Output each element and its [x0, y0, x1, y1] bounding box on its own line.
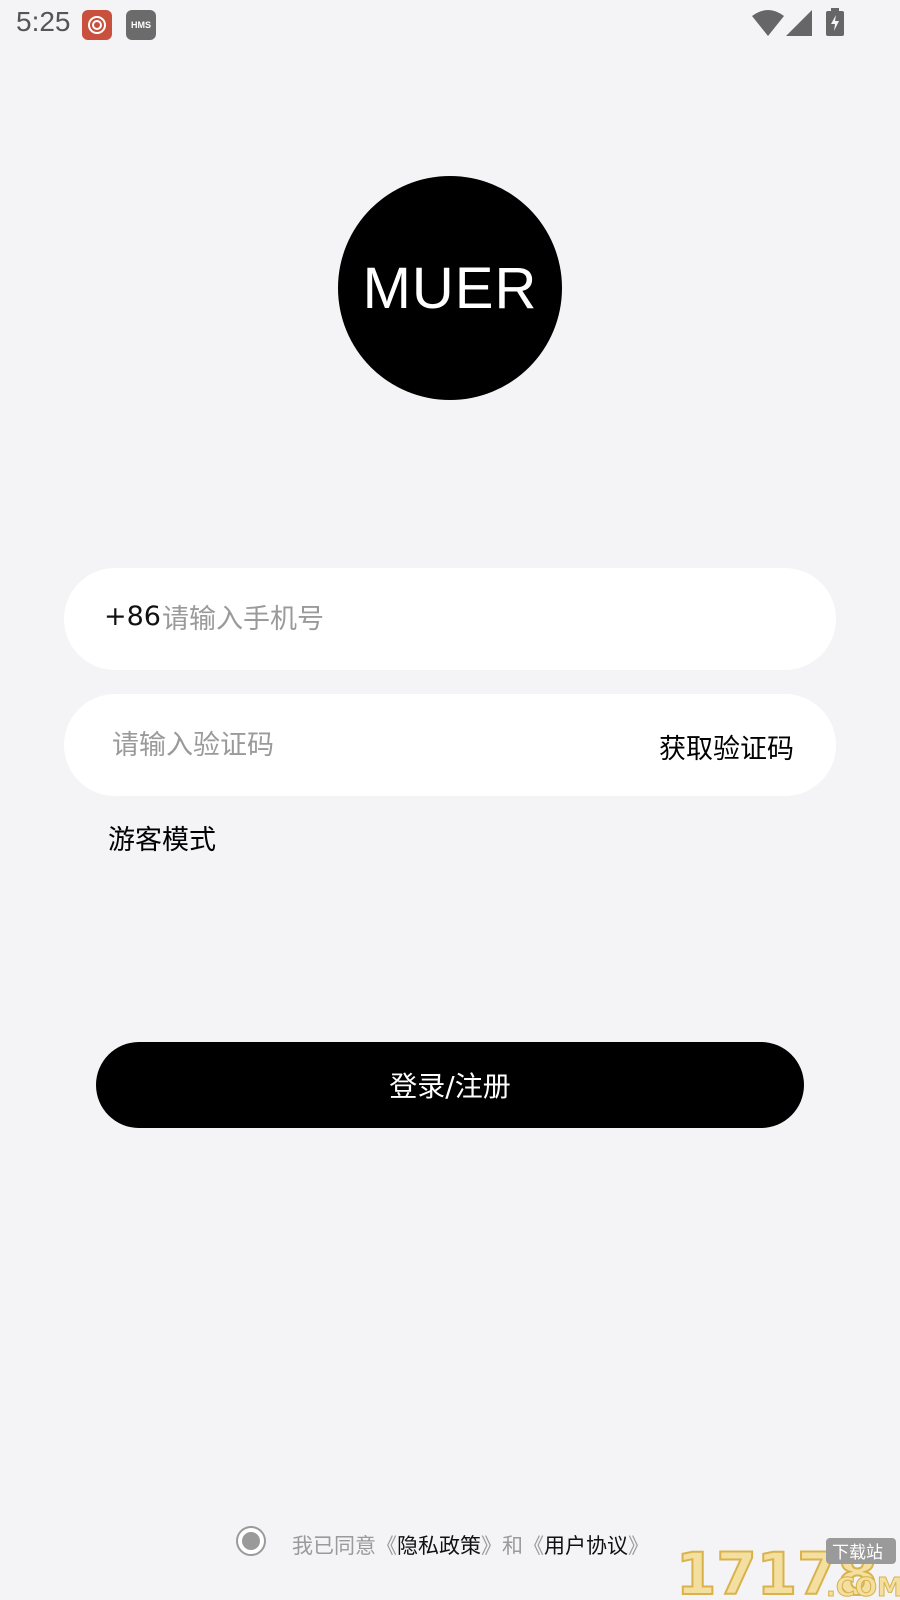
- watermark-domain: .COM: [826, 1573, 900, 1600]
- user-agreement-link[interactable]: 用户协议: [544, 1534, 628, 1558]
- status-time: 5:25: [16, 6, 71, 37]
- get-code-button[interactable]: 获取验证码: [659, 727, 794, 766]
- agreement-text: 我已同意《隐私政策》和《用户协议》: [292, 1530, 649, 1560]
- radio-dot-icon: [242, 1532, 260, 1550]
- verification-code-input[interactable]: [112, 720, 592, 770]
- agreement-middle: 》和《: [481, 1534, 544, 1558]
- status-bar: 5:25 HMS: [0, 0, 900, 48]
- hms-icon: HMS: [126, 10, 156, 40]
- app-notification-icon: [82, 10, 112, 40]
- watermark-logo: 17178 下载站 .COM: [676, 1538, 900, 1600]
- country-code[interactable]: +86: [104, 601, 161, 632]
- signal-icon: [786, 10, 812, 36]
- phone-input[interactable]: [162, 594, 722, 644]
- phone-field: +86: [64, 568, 836, 670]
- agreement-prefix: 我已同意《: [292, 1534, 397, 1558]
- agreement-radio[interactable]: [236, 1526, 266, 1556]
- guest-mode-link[interactable]: 游客模式: [108, 818, 216, 857]
- privacy-policy-link[interactable]: 隐私政策: [397, 1534, 481, 1558]
- wifi-icon: [752, 10, 784, 36]
- battery-charging-icon: [826, 8, 844, 36]
- app-logo: MUER: [338, 176, 562, 400]
- verification-code-field: 获取验证码: [64, 694, 836, 796]
- agreement-suffix: 》: [628, 1534, 649, 1558]
- login-register-button[interactable]: 登录/注册: [96, 1042, 804, 1128]
- watermark-tag: 下载站: [832, 1543, 883, 1563]
